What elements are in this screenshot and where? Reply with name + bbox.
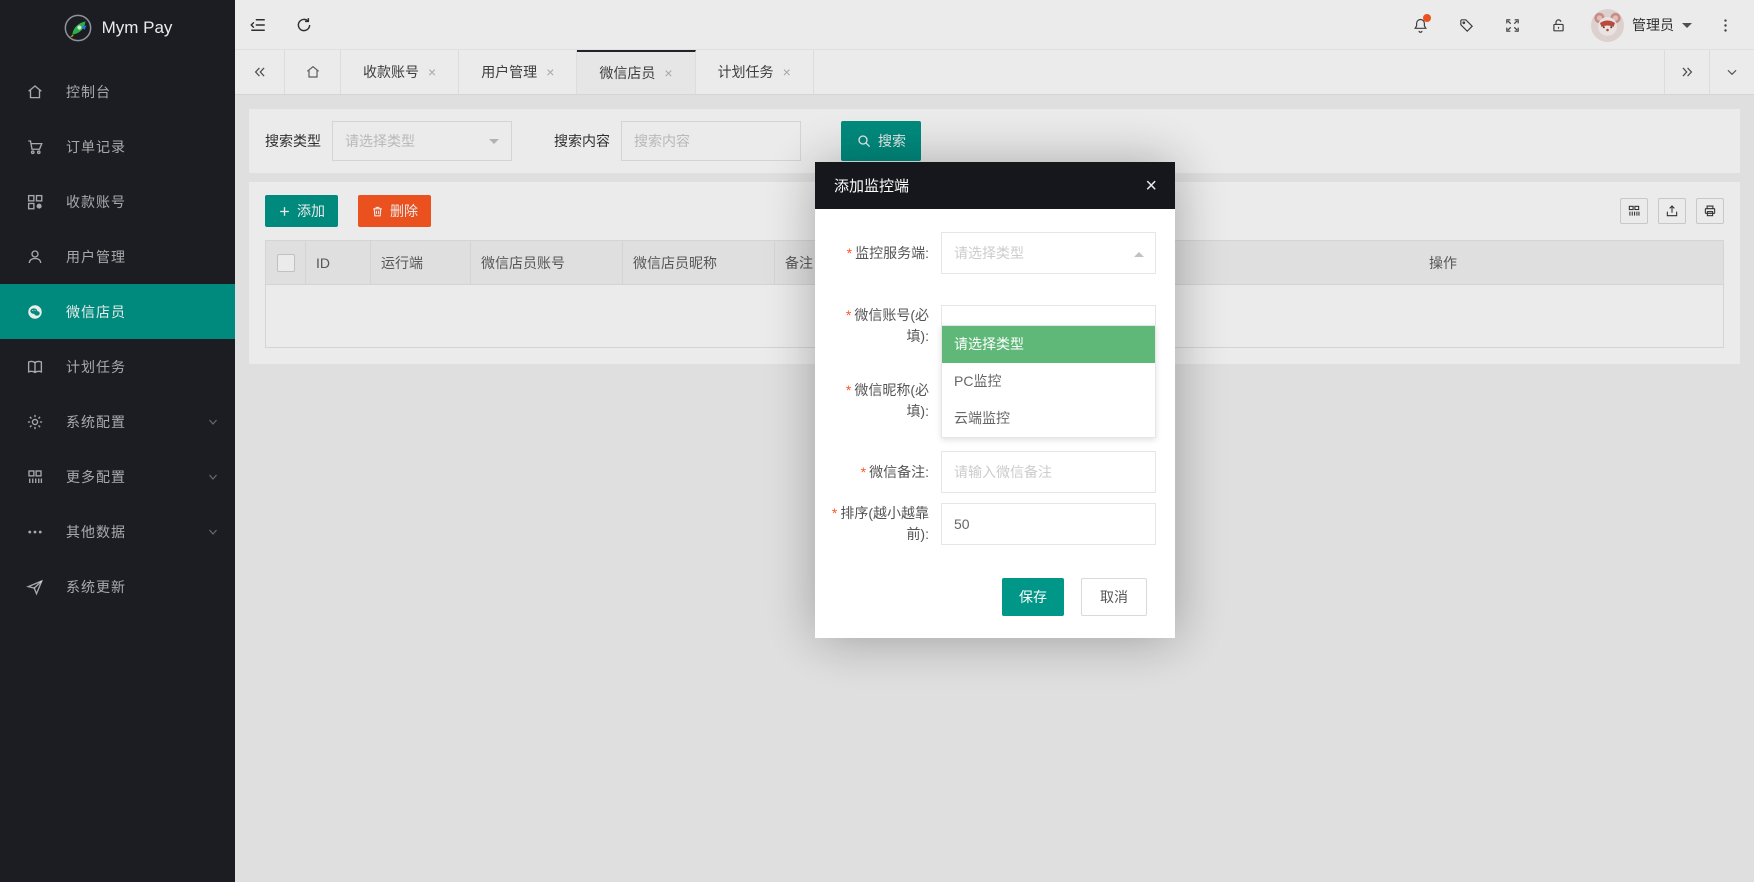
close-icon[interactable]: × [1145, 176, 1157, 196]
field-label: *微信备注: [831, 462, 929, 483]
select-arrow-up-icon [1134, 247, 1144, 257]
sort-order-input[interactable] [941, 503, 1156, 545]
field-label: *监控服务端: [831, 243, 929, 264]
field-monitor-server: *监控服务端: 请选择类型 [831, 232, 1156, 274]
dialog-body: *监控服务端: 请选择类型 *微信账号(必填): *微信昵称(必填): *微信备… [815, 209, 1175, 616]
dialog-title: 添加监控端 [834, 175, 909, 196]
field-label: *微信昵称(必填): [831, 380, 929, 422]
cancel-button[interactable]: 取消 [1081, 578, 1147, 616]
field-label: *微信账号(必填): [831, 305, 929, 347]
add-monitor-dialog: 添加监控端 × *监控服务端: 请选择类型 *微信账号(必填): *微信昵称(必… [815, 162, 1175, 638]
monitor-server-select[interactable]: 请选择类型 [941, 232, 1156, 274]
monitor-server-placeholder: 请选择类型 [954, 243, 1024, 263]
dialog-footer: 保存 取消 [831, 545, 1156, 616]
wechat-remark-input[interactable] [941, 451, 1156, 493]
dialog-header: 添加监控端 × [815, 162, 1175, 209]
save-button[interactable]: 保存 [1002, 578, 1064, 616]
dropdown-option-pc-monitor[interactable]: PC监控 [942, 363, 1155, 400]
field-label: *排序(越小越靠前): [831, 503, 929, 545]
dropdown-option-placeholder[interactable]: 请选择类型 [942, 326, 1155, 363]
field-sort-order: *排序(越小越靠前): [831, 503, 1156, 545]
field-wechat-remark: *微信备注: [831, 451, 1156, 493]
dropdown-option-cloud-monitor[interactable]: 云端监控 [942, 400, 1155, 437]
monitor-server-dropdown: 请选择类型 PC监控 云端监控 [941, 325, 1156, 438]
